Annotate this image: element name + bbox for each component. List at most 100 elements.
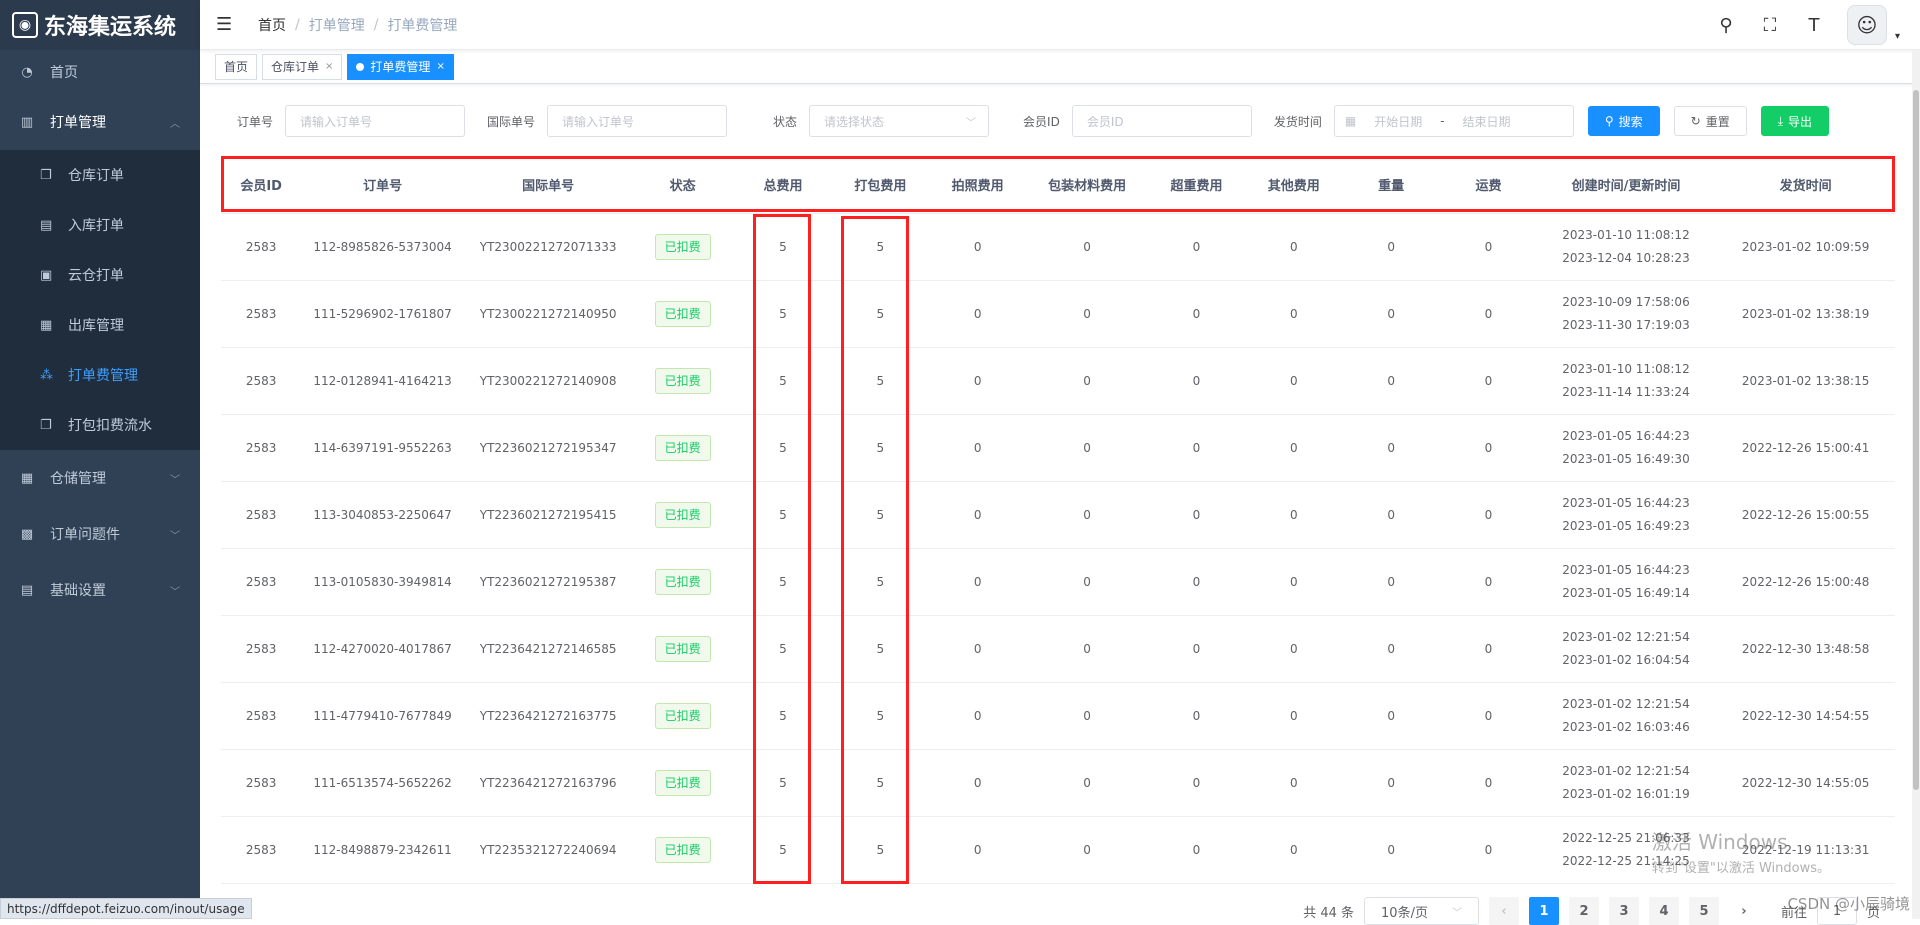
cell-pack-fee-value: 5 <box>877 575 885 589</box>
tag-print-fee[interactable]: 打单费管理 × <box>347 54 453 80</box>
cell-photo-fee: 0 <box>928 347 1028 414</box>
sidebar-item-home[interactable]: ◔ 首页 <box>0 50 200 94</box>
cell-member-id: 2583 <box>221 481 301 548</box>
cell-total-fee-value: 5 <box>779 307 787 321</box>
cloud-print-icon: ▣ <box>40 268 54 283</box>
column-header: 包装材料费用 <box>1028 157 1146 213</box>
page-size-select[interactable]: 10条/页 ﹀ <box>1364 897 1479 925</box>
sidebar-item-storage[interactable]: ▦ 仓储管理 ﹀ <box>0 450 200 506</box>
cell-photo-fee: 0 <box>928 414 1028 481</box>
table-row[interactable]: 2583113-0105830-3949814YT223602127219538… <box>221 548 1895 615</box>
table-row[interactable]: 2583113-3040853-2250647YT223602127219541… <box>221 481 1895 548</box>
cell-other-fee-value: 0 <box>1290 307 1298 321</box>
updated-time: 2023-11-14 11:33:24 <box>1536 381 1717 404</box>
intl-no-placeholder: 请输入订单号 <box>562 113 634 130</box>
cell-ship-time: 2022-12-26 15:00:55 <box>1716 481 1895 548</box>
cell-total-fee: 5 <box>733 749 833 816</box>
cell-ship-time: 2023-01-02 13:38:19 <box>1716 280 1895 347</box>
table-row[interactable]: 2583111-5296902-1761807YT230022127214095… <box>221 280 1895 347</box>
cell-member-id: 2583 <box>221 213 301 280</box>
cell-material-fee: 0 <box>1028 481 1146 548</box>
dashboard-icon: ◔ <box>20 65 34 79</box>
cell-intl-no: YT2235321272240694 <box>464 816 633 883</box>
cell-total-fee: 5 <box>733 414 833 481</box>
sidebar-subitem-inbound-print[interactable]: ▤ 入库打单 <box>0 200 200 250</box>
member-id-input[interactable]: 会员ID <box>1072 105 1252 137</box>
table-row[interactable]: 2583114-6397191-9552263YT223602127219534… <box>221 414 1895 481</box>
cell-intl-no-value: YT2300221272140950 <box>480 307 617 321</box>
settings-list-icon: ▤ <box>20 583 34 597</box>
cell-member-id: 2583 <box>221 548 301 615</box>
tag-home[interactable]: 首页 <box>215 54 257 80</box>
close-icon[interactable]: × <box>436 55 444 79</box>
page-button[interactable]: 2 <box>1569 897 1599 925</box>
cell-material-fee-value: 0 <box>1083 374 1091 388</box>
cell-overweight-fee: 0 <box>1146 280 1246 347</box>
table-row[interactable]: 2583111-4779410-7677849YT223642127216377… <box>221 682 1895 749</box>
page-button[interactable]: 1 <box>1529 897 1559 925</box>
cell-total-fee-value: 5 <box>779 642 787 656</box>
table-row[interactable]: 2583111-6513574-5652262YT223642127216379… <box>221 749 1895 816</box>
scrollbar[interactable] <box>1912 50 1920 919</box>
sidebar-subitem-cloud-print[interactable]: ▣ 云仓打单 <box>0 250 200 300</box>
cell-pack-fee: 5 <box>833 280 927 347</box>
tag-label: 首页 <box>224 55 248 79</box>
sidebar-item-basic-settings[interactable]: ▤ 基础设置 ﹀ <box>0 562 200 618</box>
status-badge: 已扣费 <box>655 368 711 394</box>
tag-warehouse-orders[interactable]: 仓库订单 × <box>262 54 342 80</box>
page-button[interactable]: 4 <box>1649 897 1679 925</box>
sidebar-subitem-print-fee[interactable]: ⁂ 打单费管理 <box>0 350 200 400</box>
cell-total-fee-value: 5 <box>779 441 787 455</box>
active-dot-icon <box>356 63 364 71</box>
scrollbar-thumb[interactable] <box>1913 90 1919 790</box>
caret-down-icon[interactable]: ▾ <box>1895 31 1900 42</box>
ship-time-range[interactable]: ▦ 开始日期 - 结束日期 <box>1334 105 1574 137</box>
cell-overweight-fee-value: 0 <box>1193 843 1201 857</box>
sidebar-subitem-warehouse-orders[interactable]: ❐ 仓库订单 <box>0 150 200 200</box>
table-row[interactable]: 2583112-0128941-4164213YT230022127214090… <box>221 347 1895 414</box>
cell-overweight-fee: 0 <box>1146 548 1246 615</box>
cell-member-id-value: 2583 <box>246 374 277 388</box>
sidebar-subitem-outbound[interactable]: ▦ 出库管理 <box>0 300 200 350</box>
fullscreen-icon[interactable]: ⛶ <box>1759 15 1781 36</box>
prev-page-button[interactable]: ‹ <box>1489 897 1519 925</box>
search-button[interactable]: ⚲ 搜索 <box>1588 106 1660 136</box>
cell-material-fee: 0 <box>1028 280 1146 347</box>
table-row[interactable]: 2583112-4270020-4017867YT223642127214658… <box>221 615 1895 682</box>
cell-material-fee: 0 <box>1028 347 1146 414</box>
status-select[interactable]: 请选择状态 ﹀ <box>809 105 989 137</box>
next-page-button[interactable]: › <box>1729 897 1759 925</box>
updated-time: 2023-11-30 17:19:03 <box>1536 314 1717 337</box>
page-button[interactable]: 3 <box>1609 897 1639 925</box>
intl-no-input[interactable]: 请输入订单号 <box>547 105 727 137</box>
sidebar-subitem-label: 云仓打单 <box>68 265 124 285</box>
order-no-input[interactable]: 请输入订单号 <box>285 105 465 137</box>
table-row[interactable]: 2583112-8985826-5373004YT230022127207133… <box>221 213 1895 280</box>
order-no-placeholder: 请输入订单号 <box>300 113 372 130</box>
close-icon[interactable]: × <box>325 55 333 79</box>
search-icon[interactable]: ⚲ <box>1715 15 1737 36</box>
export-button[interactable]: ⤓ 导出 <box>1761 106 1829 136</box>
start-date-placeholder[interactable]: 开始日期 <box>1374 113 1422 130</box>
sidebar-item-order-issues[interactable]: ▩ 订单问题件 ﹀ <box>0 506 200 562</box>
updated-time: 2023-12-04 10:28:23 <box>1536 247 1717 270</box>
page-button[interactable]: 5 <box>1689 897 1719 925</box>
font-size-icon[interactable]: T <box>1803 15 1825 36</box>
cell-intl-no-value: YT2236421272146585 <box>480 642 617 656</box>
end-date-placeholder[interactable]: 结束日期 <box>1463 113 1511 130</box>
column-header: 会员ID <box>221 157 301 213</box>
cell-other-fee-value: 0 <box>1290 240 1298 254</box>
reset-button[interactable]: ↻ 重置 <box>1674 106 1747 136</box>
sidebar-item-print-management[interactable]: ▥ 打单管理 ︿ <box>0 94 200 150</box>
sidebar-subitem-pack-fee-log[interactable]: ❐ 打包扣费流水 <box>0 400 200 450</box>
cell-pack-fee-value: 5 <box>877 307 885 321</box>
hamburger-icon[interactable]: ☰ <box>216 14 246 35</box>
cell-total-fee: 5 <box>733 615 833 682</box>
app-logo[interactable]: ◉ 东海集运系统 <box>0 0 200 50</box>
cell-order-no-value: 113-0105830-3949814 <box>313 575 451 589</box>
avatar[interactable]: ☺ <box>1847 5 1887 45</box>
cell-order-no-value: 111-5296902-1761807 <box>313 307 451 321</box>
table-row[interactable]: 2583112-8498879-2342611YT223532127224069… <box>221 816 1895 883</box>
breadcrumb-home[interactable]: 首页 <box>258 15 286 35</box>
cell-pack-fee-value: 5 <box>877 776 885 790</box>
